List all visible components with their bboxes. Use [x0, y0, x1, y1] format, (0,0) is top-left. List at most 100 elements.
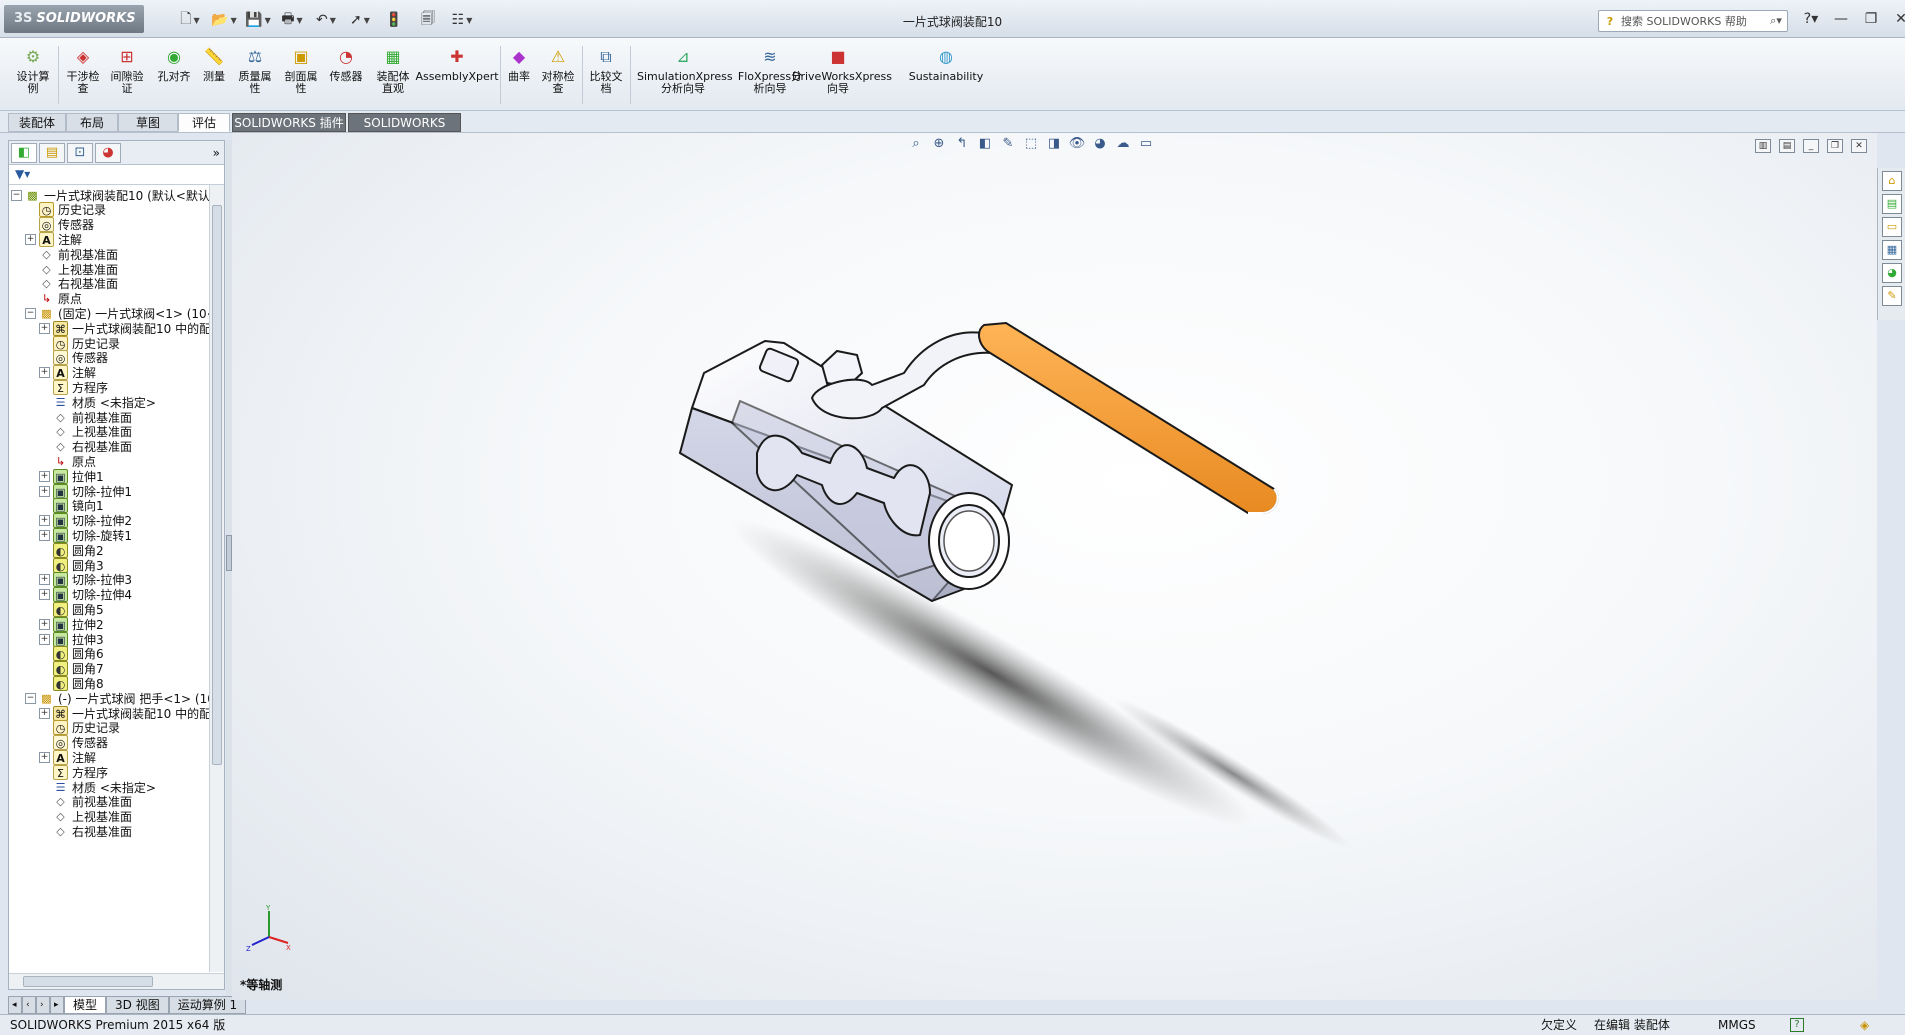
undo-button[interactable]: ↶ ▼ [311, 10, 341, 30]
tab-nav-last-icon[interactable]: ▸ [50, 996, 64, 1014]
expand-icon[interactable]: + [39, 529, 50, 541]
viewport-tile-icon[interactable]: ▥ [1755, 139, 1771, 153]
zoom-to-fit-icon[interactable]: ⌕ [907, 135, 925, 153]
rebuild-button[interactable]: 🚦 [379, 10, 409, 30]
section-view-icon[interactable]: ◧ [976, 135, 994, 153]
expand-icon[interactable]: + [39, 322, 50, 334]
view-settings-icon[interactable]: ▭ [1137, 135, 1155, 153]
custom-properties-icon[interactable]: ✎ [1882, 286, 1902, 306]
compare-documents-button[interactable]: ⧉ 比较文档 [586, 46, 626, 106]
design-study-button[interactable]: ⚙ 设计算例 [12, 46, 54, 106]
tab-layout[interactable]: 布局 [66, 113, 118, 132]
collapse-icon[interactable]: − [25, 307, 36, 319]
print-button[interactable]: 🖶 ▼ [277, 10, 307, 30]
collapse-icon[interactable]: − [11, 189, 22, 201]
help-menu-icon[interactable]: ?▾ [1800, 8, 1822, 30]
save-button[interactable]: 💾 ▼ [243, 10, 273, 30]
tree-horizontal-scrollbar[interactable] [9, 973, 224, 989]
options-button[interactable]: ☷ ▼ [447, 10, 477, 30]
new-document-button[interactable]: 🗋 ▼ [175, 10, 205, 30]
clearance-verify-button[interactable]: ⊞ 间隙验证 [106, 46, 148, 106]
tab-3d-views[interactable]: 3D 视图 [106, 996, 169, 1014]
expand-panel-icon[interactable]: » [213, 146, 220, 160]
configuration-manager-tab[interactable]: ⊡ [67, 142, 93, 163]
expand-icon[interactable]: + [39, 485, 50, 497]
hole-alignment-button[interactable]: ◉ 孔对齐 [152, 46, 196, 106]
mass-properties-button[interactable]: ⚖ 质量属性 [234, 46, 276, 106]
status-tag-icon[interactable]: ◈ [1860, 1015, 1869, 1035]
viewport-split-icon[interactable]: ▤ [1779, 139, 1795, 153]
search-icon[interactable]: ⌕▾ [1765, 14, 1787, 28]
expand-icon[interactable]: + [39, 589, 50, 601]
tab-solidworks-mbd[interactable]: SOLIDWORKS MBD [348, 113, 461, 148]
scroll-thumb[interactable] [23, 976, 153, 987]
expand-icon[interactable]: + [39, 574, 50, 586]
appearances-icon[interactable]: ◕ [1882, 263, 1902, 283]
dynamic-annotation-icon[interactable]: ✎ [999, 135, 1017, 153]
tab-model[interactable]: 模型 [64, 996, 107, 1014]
simulationxpress-button[interactable]: ⊿ SimulationXpress分析向导 [634, 46, 733, 106]
expand-icon[interactable]: + [39, 515, 50, 527]
solidworks-resources-icon[interactable]: ⌂ [1882, 171, 1902, 191]
expand-icon[interactable]: + [25, 233, 36, 245]
section-properties-button[interactable]: ▣ 剖面属性 [280, 46, 322, 106]
file-explorer-icon[interactable]: ▭ [1882, 217, 1902, 237]
unit-system[interactable]: MMGS [1718, 1015, 1756, 1035]
graphics-area[interactable]: ⌕ ⊕ ↰ ◧ ✎ ⬚ ◨ 👁 ◕ ☁ ▭ ▥ ▤ _ ❐ ✕ Y X Z *等… [232, 133, 1877, 1000]
solidworks-logo[interactable]: 3S SOLIDWORKS [4, 5, 144, 33]
sensor-button[interactable]: ◔ 传感器 [325, 46, 367, 106]
tab-nav-first-icon[interactable]: ◂ [8, 996, 22, 1014]
help-search-input[interactable]: 搜索 SOLIDWORKS 帮助 [1621, 13, 1747, 29]
open-button[interactable]: 📂 ▼ [209, 10, 239, 30]
display-manager-tab[interactable]: ◕ [95, 142, 121, 163]
assemblyxpert-button[interactable]: ✚ AssemblyXpert [415, 46, 498, 106]
view-palette-icon[interactable]: ▦ [1882, 240, 1902, 260]
viewport-restore-icon[interactable]: ❐ [1827, 139, 1843, 153]
expand-icon[interactable]: + [39, 633, 50, 645]
edit-appearance-icon[interactable]: ◕ [1091, 135, 1109, 153]
tab-nav-prev-icon[interactable]: ‹ [22, 996, 36, 1014]
select-button[interactable]: ➚ ▼ [345, 10, 375, 30]
tab-nav-next-icon[interactable]: › [36, 996, 50, 1014]
restore-icon[interactable]: ❐ [1860, 8, 1882, 30]
previous-view-icon[interactable]: ↰ [953, 135, 971, 153]
section-props-icon: ▣ [293, 47, 309, 66]
tab-evaluate[interactable]: 评估 [178, 113, 230, 132]
collapse-icon[interactable]: − [25, 692, 36, 704]
design-library-icon[interactable]: ▤ [1882, 194, 1902, 214]
tab-sketch[interactable]: 草图 [118, 113, 178, 132]
symmetry-check-button[interactable]: ⚠ 对称检查 [538, 46, 578, 106]
help-search-box[interactable]: ? 搜索 SOLIDWORKS 帮助 ⌕▾ [1598, 10, 1788, 32]
expand-icon[interactable]: + [39, 470, 50, 482]
display-style-icon[interactable]: ◨ [1045, 135, 1063, 153]
expand-icon[interactable]: + [39, 367, 50, 379]
interference-check-button[interactable]: ◈ 干涉检查 [62, 46, 104, 106]
ball-valve-model[interactable] [662, 303, 1522, 923]
feature-manager-tab[interactable]: ◧ [11, 142, 37, 163]
curvature-button[interactable]: ◆ 曲率 [504, 46, 534, 106]
file-properties-button[interactable]: 🗐 [413, 10, 443, 30]
apply-scene-icon[interactable]: ☁ [1114, 135, 1132, 153]
tab-assembly[interactable]: 装配体 [8, 113, 66, 132]
expand-icon[interactable]: + [39, 707, 50, 719]
view-orientation-icon[interactable]: ⬚ [1022, 135, 1040, 153]
expand-icon[interactable]: + [39, 618, 50, 630]
tab-solidworks-addins[interactable]: SOLIDWORKS 插件 [232, 113, 346, 132]
viewport-close-icon[interactable]: ✕ [1851, 139, 1867, 153]
measure-button[interactable]: 📏 测量 [198, 46, 230, 106]
driveworksxpress-button[interactable]: ■ DriveWorksXpress向导 [790, 46, 892, 106]
tree-node[interactable]: ◇ 右视基准面 [39, 822, 132, 840]
scroll-thumb[interactable] [212, 205, 222, 765]
viewport-minimize-icon[interactable]: _ [1803, 139, 1819, 153]
minimize-icon[interactable]: — [1830, 8, 1852, 30]
quick-help-icon[interactable]: ? [1790, 1018, 1804, 1032]
sustainability-button[interactable]: ◍ Sustainability [904, 46, 988, 106]
property-manager-tab[interactable]: ▤ [39, 142, 65, 163]
zoom-area-icon[interactable]: ⊕ [930, 135, 948, 153]
hide-show-items-icon[interactable]: 👁 [1068, 135, 1086, 153]
expand-icon[interactable]: + [39, 751, 50, 763]
tree-filter[interactable]: ▼▾ [9, 165, 224, 185]
assembly-visualization-button[interactable]: ▦ 装配体直观 [372, 46, 414, 106]
tree-vertical-scrollbar[interactable] [209, 185, 224, 972]
close-icon[interactable]: ✕ [1890, 8, 1905, 30]
